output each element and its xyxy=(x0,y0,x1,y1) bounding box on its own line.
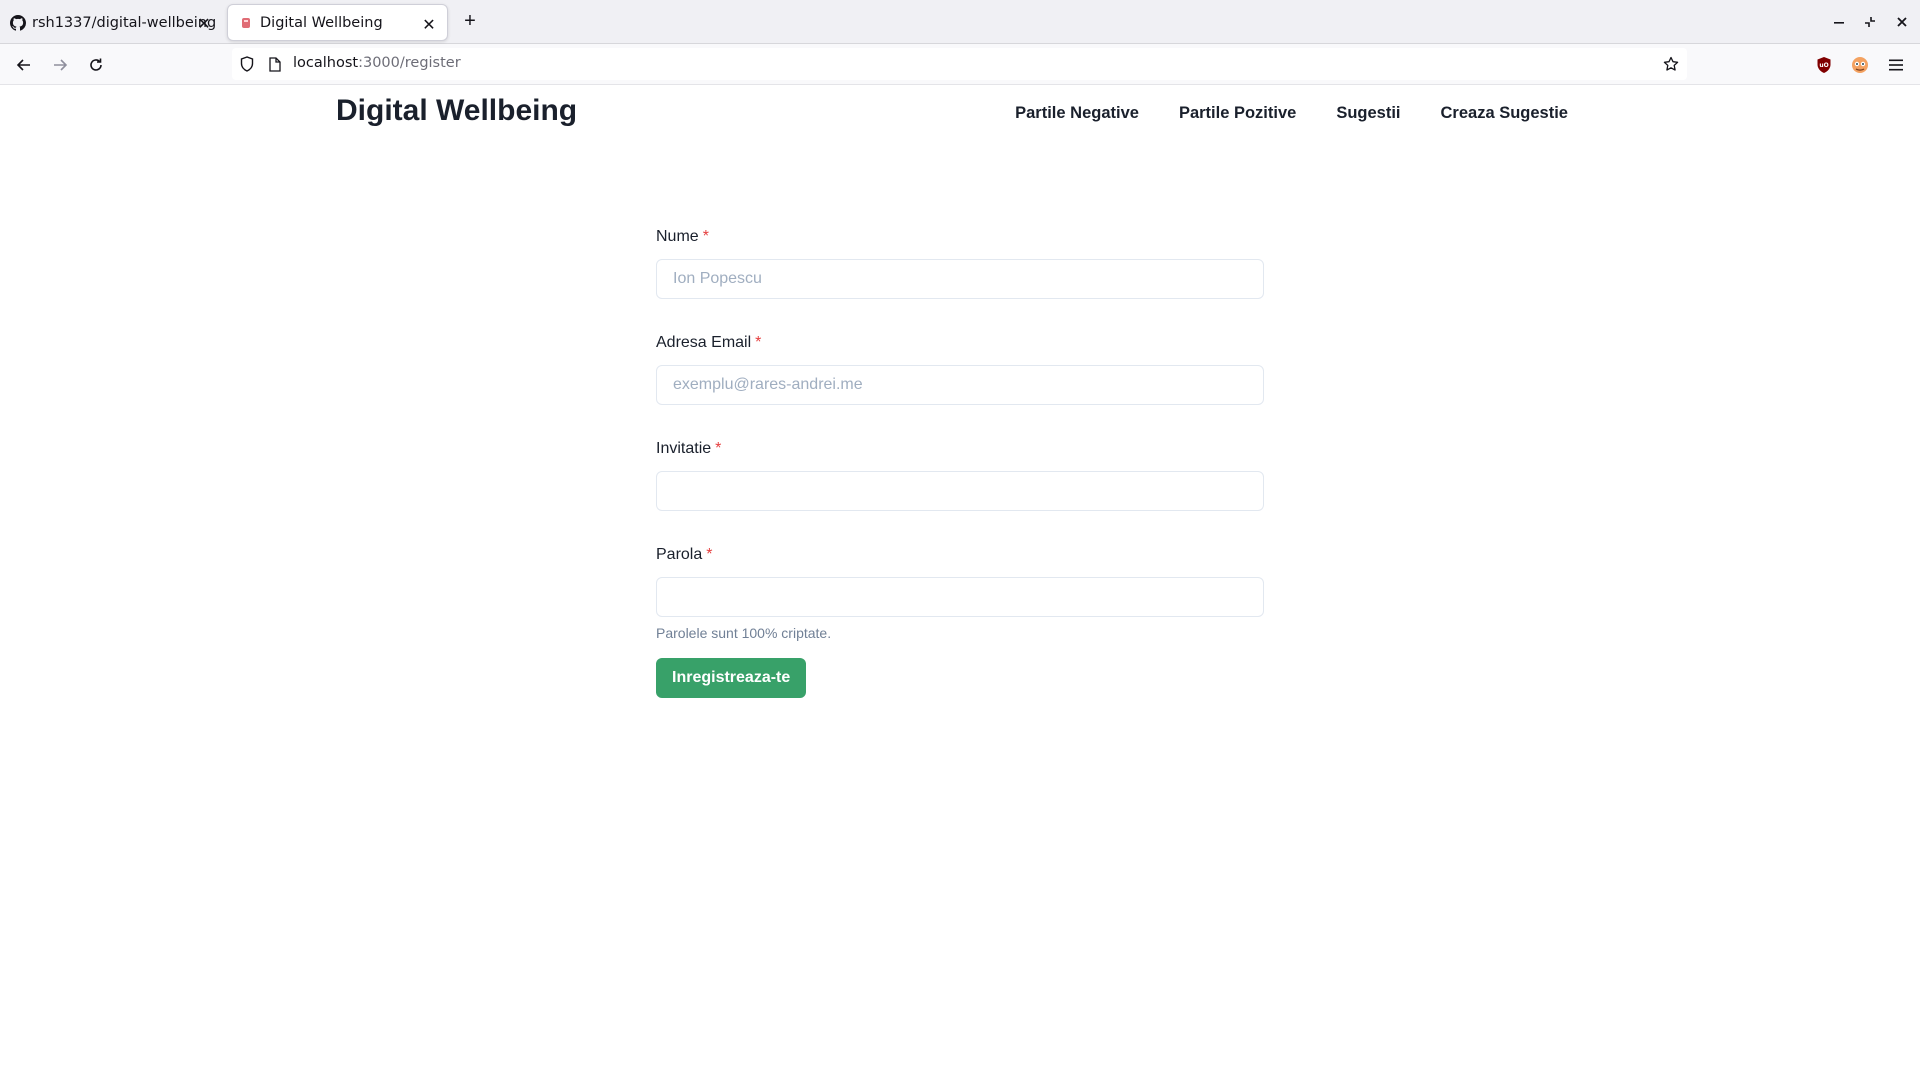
extension-avatar-icon[interactable] xyxy=(1849,54,1871,76)
ublock-origin-icon[interactable]: uO xyxy=(1813,54,1835,76)
reload-icon[interactable] xyxy=(82,51,110,79)
field-parola: Parola * Parolele sunt 100% criptate. xyxy=(656,544,1264,641)
tab-title: Digital Wellbeing xyxy=(260,14,383,31)
github-icon xyxy=(10,14,26,31)
close-window-icon[interactable] xyxy=(1890,10,1914,34)
nav-link-sugestii[interactable]: Sugestii xyxy=(1336,104,1400,123)
restore-icon[interactable] xyxy=(1858,10,1882,34)
tab-title: rsh1337/digital-wellbeing xyxy=(32,14,217,31)
label-text: Parola xyxy=(656,546,703,563)
new-tab-plus-icon[interactable]: + xyxy=(458,9,482,33)
email-input[interactable] xyxy=(656,365,1264,405)
label-text: Nume xyxy=(656,228,699,245)
required-asterisk: * xyxy=(755,334,762,351)
minimize-icon[interactable] xyxy=(1827,10,1851,34)
site-brand[interactable]: Digital Wellbeing xyxy=(336,94,577,128)
site-header: Digital Wellbeing Partile Negative Parti… xyxy=(0,86,1920,146)
svg-text:uO: uO xyxy=(1819,62,1828,69)
register-button[interactable]: Inregistreaza-te xyxy=(656,658,807,698)
required-asterisk: * xyxy=(706,546,713,563)
nav-link-partile-negative[interactable]: Partile Negative xyxy=(1015,104,1139,123)
browser-tab-github[interactable]: rsh1337/digital-wellbeing ✕ xyxy=(2,4,222,41)
url-text: localhost:3000/register xyxy=(293,55,461,71)
field-email: Adresa Email * xyxy=(656,332,1264,405)
url-path: :3000/register xyxy=(358,55,461,71)
main-nav: Partile Negative Partile Pozitive Sugest… xyxy=(975,104,1568,123)
password-helper-text: Parolele sunt 100% criptate. xyxy=(656,625,832,641)
invitation-input[interactable] xyxy=(656,471,1264,511)
browser-tab-active[interactable]: Digital Wellbeing ✕ xyxy=(227,4,448,41)
page-icon[interactable] xyxy=(265,54,285,74)
browser-tab-bar: rsh1337/digital-wellbeing ✕ Digital Well… xyxy=(0,0,1920,44)
nav-link-creaza-sugestie[interactable]: Creaza Sugestie xyxy=(1441,104,1568,123)
browser-nav-bar: localhost:3000/register uO xyxy=(0,44,1920,85)
field-nume: Nume * xyxy=(656,226,1264,299)
address-bar[interactable]: localhost:3000/register xyxy=(232,48,1687,80)
register-form: Nume * Adresa Email * Invitatie * Parola… xyxy=(656,226,1264,698)
field-label: Parola * xyxy=(656,544,1264,566)
label-text: Invitatie xyxy=(656,440,712,457)
url-host: localhost xyxy=(293,55,359,71)
field-label: Nume * xyxy=(656,226,1264,248)
required-asterisk: * xyxy=(715,440,722,457)
password-input[interactable] xyxy=(656,577,1264,617)
forward-arrow-icon[interactable] xyxy=(46,51,74,79)
required-asterisk: * xyxy=(702,228,709,245)
field-invitatie: Invitatie * xyxy=(656,438,1264,511)
field-label: Adresa Email * xyxy=(656,332,1264,354)
bookmark-star-icon[interactable] xyxy=(1659,52,1683,76)
shield-icon[interactable] xyxy=(237,54,257,74)
hamburger-menu-icon[interactable] xyxy=(1885,54,1907,76)
close-icon[interactable]: ✕ xyxy=(419,14,439,34)
back-arrow-icon[interactable] xyxy=(10,51,38,79)
nav-link-partile-pozitive[interactable]: Partile Pozitive xyxy=(1179,104,1296,123)
name-input[interactable] xyxy=(656,259,1264,299)
close-icon[interactable]: ✕ xyxy=(194,13,214,33)
label-text: Adresa Email xyxy=(656,334,752,351)
field-label: Invitatie * xyxy=(656,438,1264,460)
app-favicon-icon xyxy=(238,15,254,31)
